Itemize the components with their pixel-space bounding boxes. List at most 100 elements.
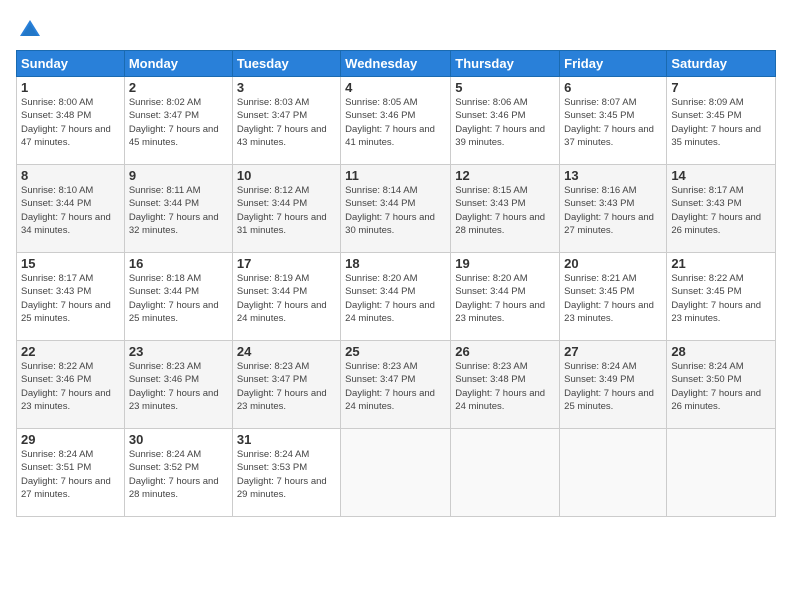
day-detail: Sunrise: 8:17 AMSunset: 3:43 PMDaylight:… bbox=[671, 185, 761, 236]
day-number: 13 bbox=[564, 168, 662, 183]
day-number: 15 bbox=[21, 256, 120, 271]
day-detail: Sunrise: 8:06 AMSunset: 3:46 PMDaylight:… bbox=[455, 97, 545, 148]
day-number: 7 bbox=[671, 80, 771, 95]
day-detail: Sunrise: 8:23 AMSunset: 3:46 PMDaylight:… bbox=[129, 361, 219, 412]
day-detail: Sunrise: 8:09 AMSunset: 3:45 PMDaylight:… bbox=[671, 97, 761, 148]
logo-icon bbox=[16, 16, 44, 44]
table-row: 31 Sunrise: 8:24 AMSunset: 3:53 PMDaylig… bbox=[232, 429, 340, 517]
table-row: 2 Sunrise: 8:02 AMSunset: 3:47 PMDayligh… bbox=[124, 77, 232, 165]
col-saturday: Saturday bbox=[667, 51, 776, 77]
day-detail: Sunrise: 8:20 AMSunset: 3:44 PMDaylight:… bbox=[455, 273, 545, 324]
table-row: 11 Sunrise: 8:14 AMSunset: 3:44 PMDaylig… bbox=[341, 165, 451, 253]
day-number: 30 bbox=[129, 432, 228, 447]
table-row: 3 Sunrise: 8:03 AMSunset: 3:47 PMDayligh… bbox=[232, 77, 340, 165]
table-row: 4 Sunrise: 8:05 AMSunset: 3:46 PMDayligh… bbox=[341, 77, 451, 165]
day-detail: Sunrise: 8:03 AMSunset: 3:47 PMDaylight:… bbox=[237, 97, 327, 148]
day-number: 6 bbox=[564, 80, 662, 95]
page: Sunday Monday Tuesday Wednesday Thursday… bbox=[0, 0, 792, 612]
day-detail: Sunrise: 8:05 AMSunset: 3:46 PMDaylight:… bbox=[345, 97, 435, 148]
day-detail: Sunrise: 8:00 AMSunset: 3:48 PMDaylight:… bbox=[21, 97, 111, 148]
day-detail: Sunrise: 8:20 AMSunset: 3:44 PMDaylight:… bbox=[345, 273, 435, 324]
table-row: 12 Sunrise: 8:15 AMSunset: 3:43 PMDaylig… bbox=[451, 165, 560, 253]
calendar-header-row: Sunday Monday Tuesday Wednesday Thursday… bbox=[17, 51, 776, 77]
logo bbox=[16, 16, 48, 44]
day-detail: Sunrise: 8:18 AMSunset: 3:44 PMDaylight:… bbox=[129, 273, 219, 324]
day-detail: Sunrise: 8:02 AMSunset: 3:47 PMDaylight:… bbox=[129, 97, 219, 148]
day-detail: Sunrise: 8:10 AMSunset: 3:44 PMDaylight:… bbox=[21, 185, 111, 236]
table-row bbox=[341, 429, 451, 517]
day-number: 12 bbox=[455, 168, 555, 183]
day-detail: Sunrise: 8:17 AMSunset: 3:43 PMDaylight:… bbox=[21, 273, 111, 324]
table-row: 18 Sunrise: 8:20 AMSunset: 3:44 PMDaylig… bbox=[341, 253, 451, 341]
table-row: 26 Sunrise: 8:23 AMSunset: 3:48 PMDaylig… bbox=[451, 341, 560, 429]
table-row: 23 Sunrise: 8:23 AMSunset: 3:46 PMDaylig… bbox=[124, 341, 232, 429]
day-number: 21 bbox=[671, 256, 771, 271]
table-row: 10 Sunrise: 8:12 AMSunset: 3:44 PMDaylig… bbox=[232, 165, 340, 253]
day-number: 22 bbox=[21, 344, 120, 359]
day-detail: Sunrise: 8:24 AMSunset: 3:50 PMDaylight:… bbox=[671, 361, 761, 412]
table-row: 17 Sunrise: 8:19 AMSunset: 3:44 PMDaylig… bbox=[232, 253, 340, 341]
table-row: 25 Sunrise: 8:23 AMSunset: 3:47 PMDaylig… bbox=[341, 341, 451, 429]
header bbox=[16, 16, 776, 44]
table-row: 5 Sunrise: 8:06 AMSunset: 3:46 PMDayligh… bbox=[451, 77, 560, 165]
col-friday: Friday bbox=[560, 51, 667, 77]
day-number: 11 bbox=[345, 168, 446, 183]
day-number: 2 bbox=[129, 80, 228, 95]
day-number: 23 bbox=[129, 344, 228, 359]
day-number: 24 bbox=[237, 344, 336, 359]
table-row: 14 Sunrise: 8:17 AMSunset: 3:43 PMDaylig… bbox=[667, 165, 776, 253]
table-row: 20 Sunrise: 8:21 AMSunset: 3:45 PMDaylig… bbox=[560, 253, 667, 341]
day-detail: Sunrise: 8:11 AMSunset: 3:44 PMDaylight:… bbox=[129, 185, 219, 236]
day-number: 16 bbox=[129, 256, 228, 271]
day-detail: Sunrise: 8:23 AMSunset: 3:47 PMDaylight:… bbox=[237, 361, 327, 412]
day-detail: Sunrise: 8:24 AMSunset: 3:49 PMDaylight:… bbox=[564, 361, 654, 412]
table-row: 6 Sunrise: 8:07 AMSunset: 3:45 PMDayligh… bbox=[560, 77, 667, 165]
day-detail: Sunrise: 8:24 AMSunset: 3:53 PMDaylight:… bbox=[237, 449, 327, 500]
calendar-week-row: 29 Sunrise: 8:24 AMSunset: 3:51 PMDaylig… bbox=[17, 429, 776, 517]
day-number: 25 bbox=[345, 344, 446, 359]
calendar-week-row: 8 Sunrise: 8:10 AMSunset: 3:44 PMDayligh… bbox=[17, 165, 776, 253]
col-thursday: Thursday bbox=[451, 51, 560, 77]
table-row bbox=[667, 429, 776, 517]
day-number: 8 bbox=[21, 168, 120, 183]
day-detail: Sunrise: 8:15 AMSunset: 3:43 PMDaylight:… bbox=[455, 185, 545, 236]
day-detail: Sunrise: 8:22 AMSunset: 3:46 PMDaylight:… bbox=[21, 361, 111, 412]
day-number: 18 bbox=[345, 256, 446, 271]
calendar-week-row: 22 Sunrise: 8:22 AMSunset: 3:46 PMDaylig… bbox=[17, 341, 776, 429]
table-row: 13 Sunrise: 8:16 AMSunset: 3:43 PMDaylig… bbox=[560, 165, 667, 253]
day-detail: Sunrise: 8:14 AMSunset: 3:44 PMDaylight:… bbox=[345, 185, 435, 236]
calendar-week-row: 1 Sunrise: 8:00 AMSunset: 3:48 PMDayligh… bbox=[17, 77, 776, 165]
calendar-table: Sunday Monday Tuesday Wednesday Thursday… bbox=[16, 50, 776, 517]
day-number: 29 bbox=[21, 432, 120, 447]
col-sunday: Sunday bbox=[17, 51, 125, 77]
day-detail: Sunrise: 8:19 AMSunset: 3:44 PMDaylight:… bbox=[237, 273, 327, 324]
table-row: 29 Sunrise: 8:24 AMSunset: 3:51 PMDaylig… bbox=[17, 429, 125, 517]
col-tuesday: Tuesday bbox=[232, 51, 340, 77]
day-number: 19 bbox=[455, 256, 555, 271]
table-row: 1 Sunrise: 8:00 AMSunset: 3:48 PMDayligh… bbox=[17, 77, 125, 165]
day-number: 3 bbox=[237, 80, 336, 95]
col-wednesday: Wednesday bbox=[341, 51, 451, 77]
table-row: 19 Sunrise: 8:20 AMSunset: 3:44 PMDaylig… bbox=[451, 253, 560, 341]
table-row: 16 Sunrise: 8:18 AMSunset: 3:44 PMDaylig… bbox=[124, 253, 232, 341]
day-number: 10 bbox=[237, 168, 336, 183]
table-row bbox=[451, 429, 560, 517]
table-row: 9 Sunrise: 8:11 AMSunset: 3:44 PMDayligh… bbox=[124, 165, 232, 253]
day-detail: Sunrise: 8:22 AMSunset: 3:45 PMDaylight:… bbox=[671, 273, 761, 324]
day-detail: Sunrise: 8:21 AMSunset: 3:45 PMDaylight:… bbox=[564, 273, 654, 324]
day-detail: Sunrise: 8:24 AMSunset: 3:51 PMDaylight:… bbox=[21, 449, 111, 500]
day-detail: Sunrise: 8:07 AMSunset: 3:45 PMDaylight:… bbox=[564, 97, 654, 148]
table-row: 28 Sunrise: 8:24 AMSunset: 3:50 PMDaylig… bbox=[667, 341, 776, 429]
day-number: 28 bbox=[671, 344, 771, 359]
calendar-week-row: 15 Sunrise: 8:17 AMSunset: 3:43 PMDaylig… bbox=[17, 253, 776, 341]
day-number: 1 bbox=[21, 80, 120, 95]
table-row: 21 Sunrise: 8:22 AMSunset: 3:45 PMDaylig… bbox=[667, 253, 776, 341]
day-number: 4 bbox=[345, 80, 446, 95]
day-detail: Sunrise: 8:23 AMSunset: 3:48 PMDaylight:… bbox=[455, 361, 545, 412]
table-row: 30 Sunrise: 8:24 AMSunset: 3:52 PMDaylig… bbox=[124, 429, 232, 517]
day-number: 9 bbox=[129, 168, 228, 183]
table-row: 15 Sunrise: 8:17 AMSunset: 3:43 PMDaylig… bbox=[17, 253, 125, 341]
day-number: 27 bbox=[564, 344, 662, 359]
table-row: 27 Sunrise: 8:24 AMSunset: 3:49 PMDaylig… bbox=[560, 341, 667, 429]
col-monday: Monday bbox=[124, 51, 232, 77]
